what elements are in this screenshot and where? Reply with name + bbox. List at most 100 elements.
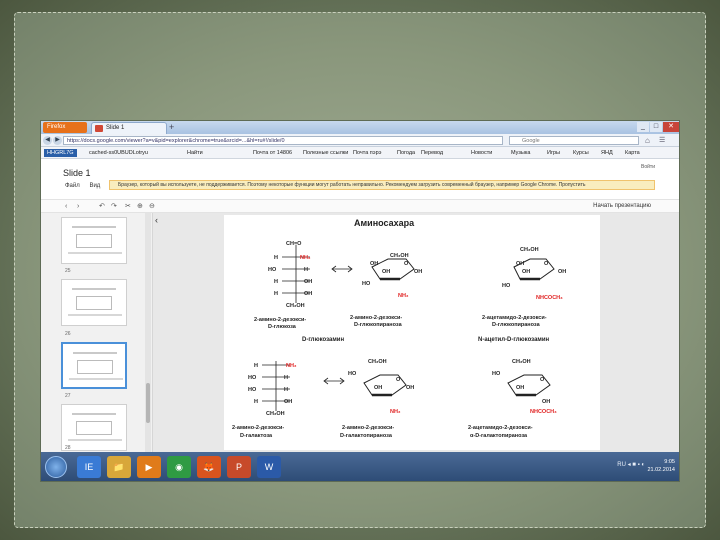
bookmark-item[interactable]: Карта xyxy=(625,147,640,159)
firefox-icon[interactable]: 🦊 xyxy=(197,456,221,478)
thumbnail-scrollbar[interactable] xyxy=(145,213,151,452)
close-button[interactable]: ✕ xyxy=(663,122,679,132)
amino-group-label: NH₂ xyxy=(398,293,409,299)
caption: D-галактоза xyxy=(240,433,273,439)
slide-thumbnail[interactable] xyxy=(61,217,127,264)
word-icon[interactable]: W xyxy=(257,456,281,478)
pyranose-galactosamine: CH₂OH O OH HO OH NH₂ xyxy=(348,359,414,415)
slide-thumbnail[interactable] xyxy=(61,404,127,451)
firefox-menu-button[interactable]: Firefox xyxy=(43,122,87,133)
browser-tab[interactable]: Slide 1 xyxy=(91,122,167,134)
caption: 2-амино-2-дезокси- xyxy=(342,425,394,431)
start-button[interactable] xyxy=(45,456,67,478)
atom-label: HO xyxy=(502,283,511,289)
caption: D-глюкопираноза xyxy=(492,322,541,328)
navigation-bar: ◀ ▶ https://docs.google.com/viewer?a=v&p… xyxy=(41,134,679,147)
aldehyde-label: CH=O xyxy=(286,241,302,247)
atom-label: HO xyxy=(348,371,357,377)
slide-thumbnail[interactable] xyxy=(61,279,127,326)
bookmark-item[interactable]: ЯНД xyxy=(601,147,613,159)
clock[interactable]: 9:05 21.02.2014 xyxy=(647,458,675,474)
atom-label: H xyxy=(254,363,258,369)
caption: α-D-галактопираноза xyxy=(470,433,528,439)
equilibrium-arrow xyxy=(323,377,345,385)
atom-label: OH xyxy=(516,261,524,267)
section-label: N-ацетил-D-глюкозамин xyxy=(478,337,550,343)
chemistry-figure: CH=O H NH₂ HO H H OH H OH CH₂OH CH₂OH O … xyxy=(232,241,566,439)
atom-label: CH₂OH xyxy=(512,359,531,365)
bookmark-item[interactable]: Найти xyxy=(187,147,203,159)
minimize-button[interactable]: _ xyxy=(637,122,649,132)
back-icon[interactable]: ◀ xyxy=(43,136,52,145)
slide-thumbnail-selected[interactable] xyxy=(61,342,127,389)
home-icon[interactable]: ⌂ xyxy=(645,136,650,145)
cut-icon[interactable]: ✂ xyxy=(125,203,131,211)
zoom-in-icon[interactable]: ⊕ xyxy=(137,203,143,211)
bookmark-item[interactable]: Курсы xyxy=(573,147,589,159)
undo-icon[interactable]: ↶ xyxy=(99,203,105,211)
powerpoint-icon[interactable]: P xyxy=(227,456,251,478)
tab-title: Slide 1 xyxy=(106,125,125,131)
atom-label: H xyxy=(274,279,278,285)
system-tray[interactable]: RU ◂ ■ ▪ ◐ xyxy=(617,461,645,468)
equilibrium-arrow xyxy=(331,265,353,273)
redo-icon[interactable]: ↷ xyxy=(111,203,117,211)
atom-label: H xyxy=(274,255,278,261)
atom-label: OH xyxy=(304,279,312,285)
caption: D-глюкопираноза xyxy=(354,322,403,328)
amino-group-label: NH₂ xyxy=(286,363,297,369)
search-input[interactable]: Google xyxy=(509,136,639,145)
bookmark-item[interactable]: Новости xyxy=(471,147,492,159)
media-player-icon[interactable]: ▶ xyxy=(137,456,161,478)
bookmark-item[interactable]: Почта от 14806 xyxy=(253,147,292,159)
bookmark-item[interactable]: Погода xyxy=(397,147,415,159)
forward-icon[interactable]: ▶ xyxy=(53,136,62,145)
bookmark-item[interactable]: HHGRL7G xyxy=(44,149,77,157)
pyranose-glucosamine: CH₂OH O OH OH HO OH NH₂ xyxy=(362,253,422,299)
caption: D-глюкоза xyxy=(268,324,297,330)
viewer-header: Slide 1 Файл Вид Браузер, который вы исп… xyxy=(41,159,679,199)
bookmark-item[interactable]: cached-ss0UBUDLotryu xyxy=(89,147,148,159)
clock-time: 9:05 xyxy=(664,459,675,465)
menu-file[interactable]: Файл xyxy=(65,183,80,189)
atom-label: OH xyxy=(542,399,550,405)
atom-label: OH xyxy=(522,269,530,275)
fischer-glucosamine: CH=O H NH₂ HO H H OH H OH CH₂OH xyxy=(268,241,312,309)
pyranose-acetylglucosamine: CH₂OH O OH OH HO OH NHCOCH₃ xyxy=(502,247,566,301)
slide-number: 26 xyxy=(65,331,71,337)
present-button[interactable]: Начать презентацию xyxy=(593,203,651,209)
explorer-icon[interactable]: 📁 xyxy=(107,456,131,478)
browser-titlebar: Firefox Slide 1 + _ □ ✕ xyxy=(41,121,679,134)
pyranose-acetylgalactosamine: CH₂OH O HO OH OH NHCOCH₃ xyxy=(492,359,557,415)
atom-label: CH₂OH xyxy=(286,303,305,309)
atom-label: OH xyxy=(414,269,422,275)
atom-label: O xyxy=(540,377,545,383)
ie-icon[interactable]: IE xyxy=(77,456,101,478)
maximize-button[interactable]: □ xyxy=(650,122,662,132)
document-title: Slide 1 xyxy=(63,168,91,178)
atom-label: HO xyxy=(248,387,257,393)
atom-label: O xyxy=(544,261,549,267)
collapse-panel-icon[interactable]: ‹ xyxy=(155,215,158,225)
bookmark-item[interactable]: Игры xyxy=(547,147,560,159)
chrome-icon[interactable]: ◉ xyxy=(167,456,191,478)
atom-label: OH xyxy=(558,269,566,275)
zoom-out-icon[interactable]: ⊖ xyxy=(149,203,155,211)
menu-view[interactable]: Вид xyxy=(89,183,100,189)
prev-icon[interactable]: ‹ xyxy=(65,203,67,211)
screenshot: Firefox Slide 1 + _ □ ✕ ◀ ▶ https://docs… xyxy=(40,120,680,482)
atom-label: H xyxy=(274,291,278,297)
sign-in-link[interactable]: Войти xyxy=(641,164,655,170)
bookmark-item[interactable]: Почта пэрэ xyxy=(353,147,381,159)
address-bar[interactable]: https://docs.google.com/viewer?a=v&pid=e… xyxy=(63,136,503,145)
caption: 2-амино-2-дезокси- xyxy=(350,315,402,321)
atom-label: CH₂OH xyxy=(520,247,539,253)
bookmark-item[interactable]: Полезные ссылки xyxy=(303,147,348,159)
bookmark-item[interactable]: Музыка xyxy=(511,147,530,159)
new-tab-button[interactable]: + xyxy=(169,123,179,133)
next-icon[interactable]: › xyxy=(77,203,79,211)
bookmark-item[interactable]: Перевод xyxy=(421,147,443,159)
atom-label: OH xyxy=(370,261,378,267)
tools-icon[interactable]: ☰ xyxy=(659,136,665,145)
caption: 2-амино-2-дезокси- xyxy=(232,425,284,431)
